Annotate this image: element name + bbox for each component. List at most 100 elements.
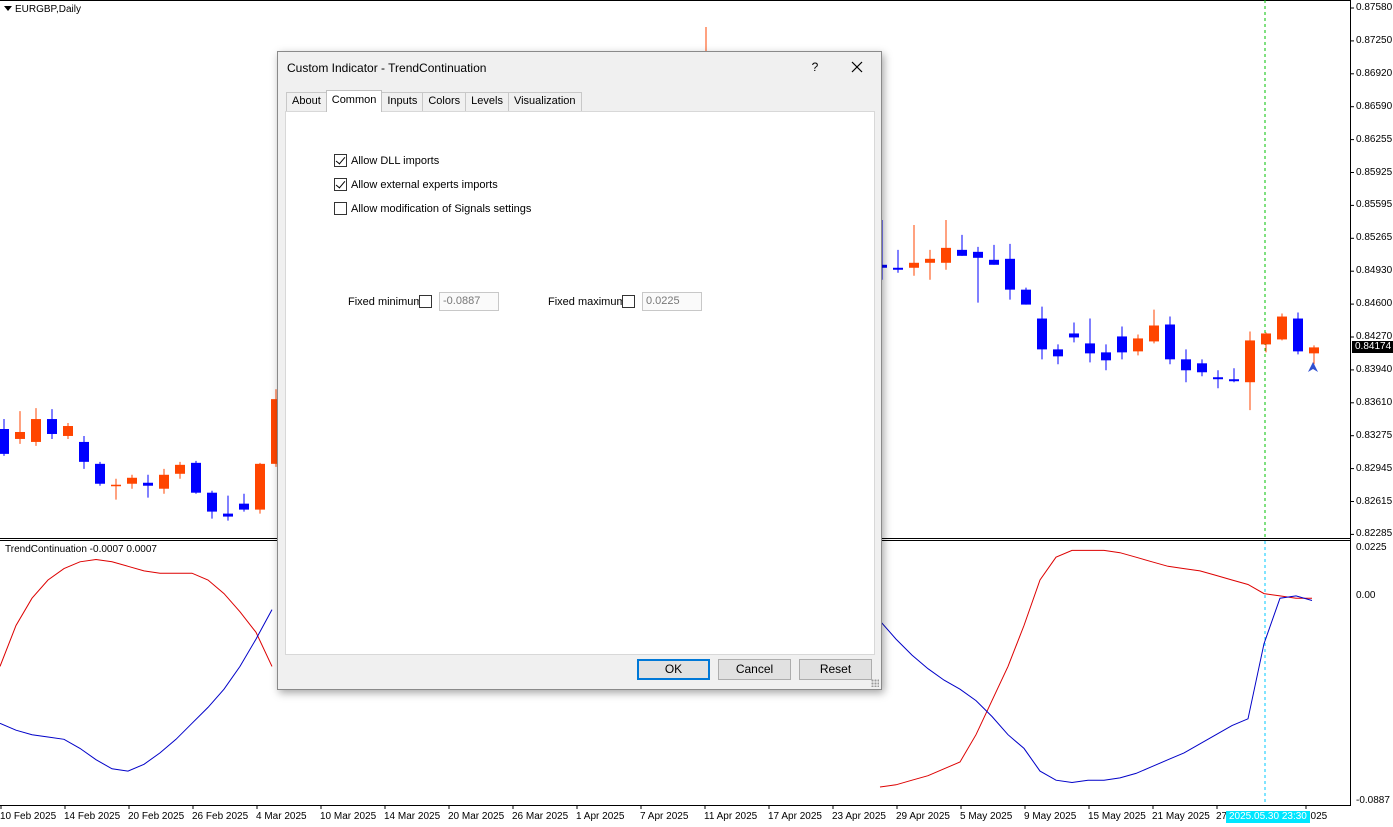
candle-body [143,482,153,486]
fixed-maximum-label: Fixed maximum [548,296,626,308]
candle-body [31,419,41,442]
candle-body [941,247,951,263]
candle-body [1245,340,1255,383]
ok-button[interactable]: OK [637,659,710,680]
date-tick-label: 1 Apr 2025 [576,811,625,822]
price-tick-label: 0.87250 [1356,34,1393,46]
indicator-line [0,558,273,667]
candle-body [1181,359,1191,371]
indicator-label: TrendContinuation -0.0007 0.0007 [5,544,157,555]
date-tick-label: 5 May 2025 [960,811,1013,822]
close-button[interactable] [846,56,868,78]
candle-body [1293,318,1303,352]
candle-body [175,464,185,474]
indicator-line [0,609,273,772]
indicator-line [879,549,1312,788]
fixed-maximum-input[interactable]: 0.0225 [642,292,702,311]
candle-body [207,492,217,512]
candle-body [1101,352,1111,361]
candle-body [15,431,25,439]
symbol-text: EURGBP,Daily [15,4,81,15]
candle-body [1309,347,1319,354]
date-tick-label: 11 Apr 2025 [704,811,758,822]
date-tick-label: 26 Mar 2025 [512,811,569,822]
tab-inputs[interactable]: Inputs [381,92,424,111]
tab-levels[interactable]: Levels [465,92,509,111]
dialog-title: Custom Indicator - TrendContinuation [287,61,487,75]
tab-visualization[interactable]: Visualization [507,92,582,111]
candle-body [1085,343,1095,354]
date-tick-label: 9 May 2025 [1024,811,1077,822]
price-tick-label: 0.84930 [1356,265,1393,277]
candle-body [159,474,169,489]
price-tick-label: 0.87580 [1356,2,1393,13]
candle-body [191,462,201,493]
price-tick-label: 0.85595 [1356,199,1393,211]
price-tick-label: 0.82945 [1356,462,1393,474]
reset-button[interactable]: Reset [799,659,872,680]
candle-body [127,477,137,484]
indicator-tick-label: -0.0887 [1356,795,1390,806]
candle-body [223,513,233,517]
tab-common[interactable]: Common [325,90,383,112]
tab-about[interactable]: About [286,92,327,111]
candle-body [1165,324,1175,360]
allow-signals-modification-option[interactable]: Allow modification of Signals settings [334,202,531,215]
price-tick-label: 0.85265 [1356,232,1393,244]
help-button[interactable]: ? [805,57,825,77]
current-price-tag: 0.84174 [1352,341,1393,353]
date-tick-label: 14 Mar 2025 [384,811,441,822]
date-tick-label: 10 Feb 2025 [0,811,57,822]
date-tick-label: 23 Apr 2025 [832,811,886,822]
arrow-marker-icon [1308,362,1318,372]
caret-down-icon[interactable] [4,6,12,11]
candle-body [1117,336,1127,353]
allow-external-experts-label: Allow external experts imports [351,178,498,191]
price-tick-label: 0.83610 [1356,396,1393,408]
date-tick-label: 10 Mar 2025 [320,811,377,822]
allow-external-experts-checkbox[interactable] [334,178,347,191]
candle-body [909,262,919,268]
date-tick-label: 15 May 2025 [1088,811,1146,822]
date-tick-label: 7 Apr 2025 [640,811,689,822]
candle-body [1133,338,1143,352]
allow-dll-imports-option[interactable]: Allow DLL imports [334,154,439,167]
price-tick-label: 0.83940 [1356,363,1393,375]
allow-dll-imports-label: Allow DLL imports [351,154,440,167]
chart-window[interactable]: EURGBP,Daily TrendContinuation -0.0007 0… [0,0,1393,827]
date-tick-label: 20 Mar 2025 [448,811,505,822]
indicator-tick-label: 0.0225 [1356,542,1387,553]
candle-body [1229,379,1239,382]
candle-body [0,429,9,454]
price-tick-label: 0.85925 [1356,166,1393,178]
date-tick-label: 17 Apr 2025 [768,811,822,822]
date-tick-label: 21 May 2025 [1152,811,1210,822]
allow-signals-modification-checkbox[interactable] [334,202,347,215]
tab-colors[interactable]: Colors [422,92,467,111]
candle-body [239,503,249,510]
date-tick-label: 26 Feb 2025 [192,811,249,822]
close-icon [851,61,863,73]
candle-body [111,484,121,487]
candle-body [47,419,57,434]
allow-external-experts-option[interactable]: Allow external experts imports [334,178,498,191]
candle-body [255,463,265,510]
candle-body [1021,289,1031,305]
resize-grip-icon[interactable] [871,679,879,687]
cancel-button[interactable]: Cancel [718,659,791,680]
fixed-minimum-checkbox[interactable] [419,295,432,308]
candle-body [95,463,105,484]
fixed-minimum-input[interactable]: -0.0887 [439,292,499,311]
candle-body [79,441,89,462]
price-tick-label: 0.82285 [1356,528,1393,540]
price-tick-label: 0.86920 [1356,67,1393,79]
indicator-line [879,595,1313,784]
indicator-tick-label: 0.00 [1356,590,1376,601]
candle-body [957,249,967,256]
custom-indicator-dialog: Custom Indicator - TrendContinuation ? A… [277,51,882,690]
fixed-maximum-checkbox[interactable] [622,295,635,308]
date-tick-label: 20 Feb 2025 [128,811,185,822]
common-tab-panel: Allow DLL imports Allow external experts… [285,111,875,655]
allow-signals-modification-label: Allow modification of Signals settings [351,202,532,215]
allow-dll-imports-checkbox[interactable] [334,154,347,167]
